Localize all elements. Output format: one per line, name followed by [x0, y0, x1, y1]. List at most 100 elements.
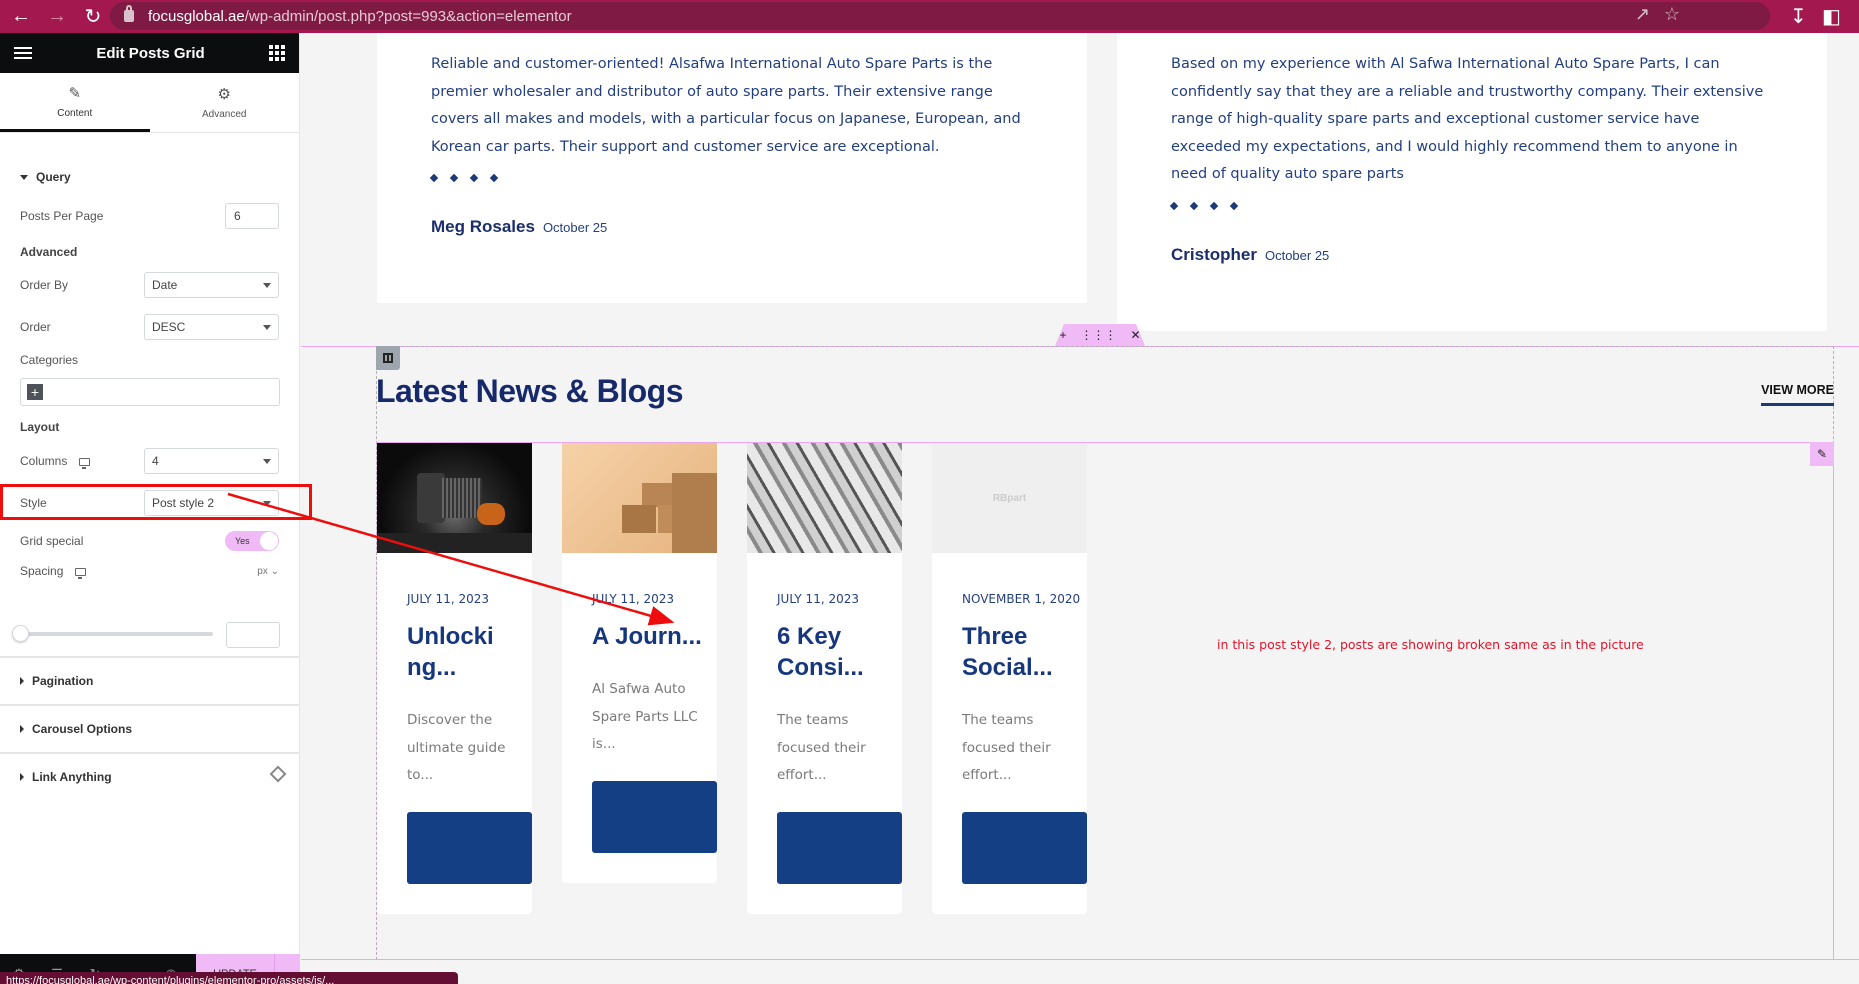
post-card[interactable]: RBpart NOVEMBER 1, 2020 Three Social... … — [932, 443, 1087, 914]
rating-stars — [429, 173, 1033, 183]
grid-special-control: Grid special Yes — [20, 531, 279, 551]
browser-toolbar: ← → ↻ focusglobal.ae/wp-admin/post.php?p… — [0, 0, 1859, 33]
bookmark-star-icon[interactable]: ☆ — [1664, 4, 1680, 25]
star-icon — [449, 173, 459, 183]
query-section-toggle[interactable]: Query — [0, 170, 91, 184]
post-title[interactable]: Unlocki ng... — [407, 621, 517, 683]
star-icon — [429, 173, 439, 183]
post-excerpt: The teams focused their effort... — [962, 712, 1051, 783]
spacing-label: Spacing — [20, 564, 64, 578]
back-icon[interactable]: ← — [6, 2, 36, 32]
read-more-button[interactable] — [407, 811, 532, 884]
columns-control: Columns 4 — [20, 448, 279, 474]
testimonial-author: Meg Rosales October 25 — [431, 217, 1033, 237]
placeholder-text: RBpart — [992, 492, 1027, 504]
add-section-icon[interactable]: + — [1059, 328, 1066, 342]
post-thumbnail-boxes[interactable] — [562, 443, 717, 553]
read-more-button[interactable] — [592, 780, 717, 853]
spacing-slider-track[interactable] — [20, 632, 213, 636]
order-by-control: Order By Date — [20, 272, 279, 298]
columns-label: Columns — [20, 454, 68, 468]
post-card[interactable]: JULY 11, 2023 6 Key Consi... The teams f… — [747, 443, 902, 914]
star-icon — [1229, 201, 1239, 210]
caret-right-icon — [20, 773, 24, 781]
star-icon — [1169, 201, 1179, 210]
post-excerpt: Discover the ultimate guide to... — [407, 712, 506, 783]
section-link-anything[interactable]: Link Anything — [0, 752, 300, 800]
add-category-icon[interactable]: + — [27, 384, 43, 400]
post-thumbnail-placeholder[interactable]: RBpart — [932, 443, 1087, 553]
reload-icon[interactable]: ↻ — [78, 2, 108, 32]
post-excerpt: The teams focused their effort... — [777, 712, 866, 783]
post-title[interactable]: A Journ... — [592, 621, 702, 652]
star-icon — [1189, 201, 1199, 210]
menu-icon[interactable] — [14, 47, 32, 59]
share-icon[interactable]: ↗ — [1635, 4, 1650, 25]
forward-icon[interactable]: → — [42, 2, 72, 32]
spacing-unit-select[interactable]: px ⌄ — [257, 566, 279, 577]
editor-canvas: Reliable and customer-oriented! Alsafwa … — [301, 33, 1859, 982]
view-more-link[interactable]: VIEW MORE — [1761, 383, 1834, 406]
spacing-input[interactable] — [226, 622, 280, 648]
sidebar-icon[interactable]: ◧ — [1822, 4, 1841, 29]
tab-content-label: Content — [57, 107, 93, 119]
categories-label: Categories — [20, 353, 79, 367]
spacing-slider-handle[interactable] — [12, 625, 29, 642]
column-edit-icon[interactable] — [376, 346, 400, 370]
testimonial-author: Cristopher October 25 — [1171, 245, 1773, 265]
download-icon[interactable]: ↧ — [1790, 4, 1807, 29]
testimonial-card: Based on my experience with Al Safwa Int… — [1117, 33, 1827, 331]
pencil-icon: ✎ — [68, 84, 82, 102]
order-label: Order — [20, 320, 51, 334]
desktop-icon[interactable] — [75, 567, 87, 579]
post-thumbnail-wrenches[interactable] — [747, 443, 902, 553]
advanced-heading: Advanced — [20, 245, 78, 259]
lock-icon — [124, 5, 134, 22]
section-carousel-options[interactable]: Carousel Options — [0, 704, 300, 752]
posts-per-page-input[interactable]: 6 — [225, 203, 279, 229]
panel-title: Edit Posts Grid — [96, 44, 205, 62]
panel-tabs: ✎ Content ⚙ Advanced — [0, 73, 299, 133]
spacing-control: Spacing px ⌄ — [20, 564, 279, 579]
query-section-label: Query — [36, 170, 71, 184]
post-card[interactable]: JULY 11, 2023 A Journ... Al Safwa Auto S… — [562, 443, 717, 883]
post-title[interactable]: 6 Key Consi... — [777, 621, 887, 683]
url-path: /wp-admin/post.php?post=993&action=eleme… — [244, 7, 572, 25]
read-more-button[interactable] — [777, 811, 902, 884]
panel-header: Edit Posts Grid — [0, 33, 299, 73]
drag-handle-icon[interactable]: ⋮⋮⋮ — [1080, 328, 1116, 342]
post-title[interactable]: Three Social... — [962, 621, 1072, 683]
author-name: Meg Rosales — [431, 217, 535, 236]
categories-input[interactable]: + — [20, 378, 280, 406]
star-icon — [1209, 201, 1219, 210]
section-handle[interactable]: + ⋮⋮⋮ ✕ — [1055, 324, 1145, 346]
columns-select[interactable]: 4 — [144, 448, 279, 474]
read-more-button[interactable] — [962, 811, 1087, 884]
status-bar-url: https://focusglobal.ae/wp-content/plugin… — [0, 972, 458, 984]
gear-icon: ⚙ — [217, 86, 231, 103]
annotation-note: in this post style 2, posts are showing … — [1217, 637, 1644, 652]
widgets-grid-icon[interactable] — [268, 45, 285, 61]
desktop-icon[interactable] — [79, 457, 91, 469]
post-date: JULY 11, 2023 — [407, 592, 489, 606]
order-select[interactable]: DESC — [144, 314, 279, 340]
author-date: October 25 — [542, 220, 608, 235]
post-thumbnail-auto-parts[interactable] — [377, 443, 532, 553]
section-pagination[interactable]: Pagination — [0, 656, 300, 704]
tab-content[interactable]: ✎ Content — [0, 73, 150, 132]
dropdown-arrow-icon — [263, 458, 271, 464]
blog-section-heading: Latest News & Blogs — [376, 373, 684, 409]
testimonial-text: Reliable and customer-oriented! Alsafwa … — [431, 56, 1021, 155]
caret-right-icon — [20, 725, 24, 733]
tab-advanced[interactable]: ⚙ Advanced — [150, 73, 300, 132]
testimonial-card: Reliable and customer-oriented! Alsafwa … — [377, 33, 1087, 303]
order-by-select[interactable]: Date — [144, 272, 279, 298]
post-card[interactable]: JULY 11, 2023 Unlocki ng... Discover the… — [377, 443, 532, 914]
edit-widget-pencil-icon[interactable]: ✎ — [1810, 442, 1834, 466]
grid-special-value: Yes — [235, 536, 250, 546]
toggle-knob — [260, 532, 278, 550]
grid-special-toggle[interactable]: Yes — [225, 531, 279, 551]
tab-advanced-label: Advanced — [202, 109, 247, 120]
link-anything-label: Link Anything — [32, 770, 112, 784]
address-bar[interactable]: focusglobal.ae/wp-admin/post.php?post=99… — [110, 2, 1770, 30]
